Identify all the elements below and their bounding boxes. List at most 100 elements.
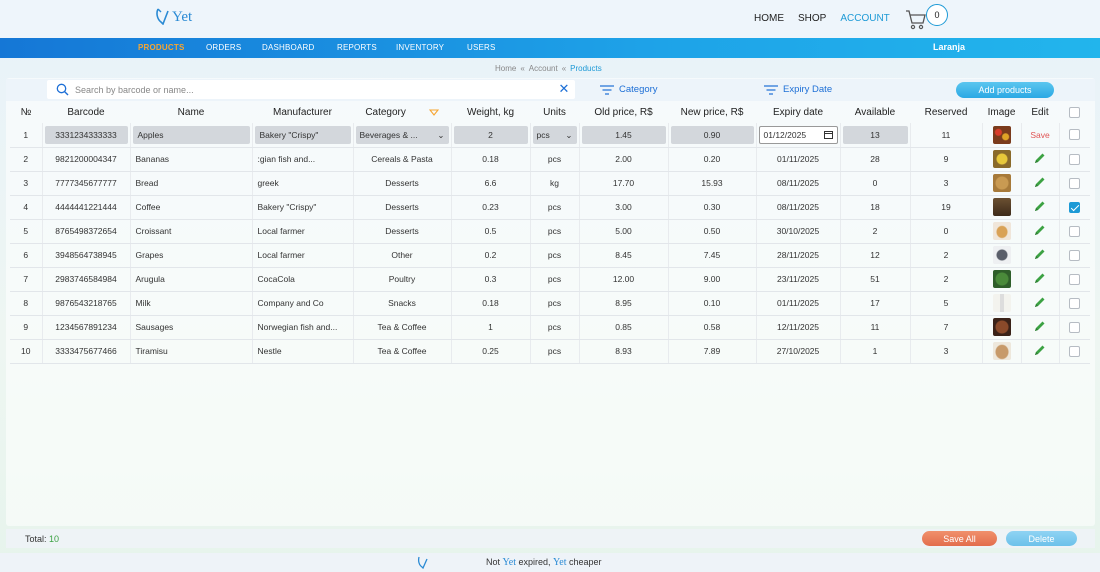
row-checkbox[interactable] [1069,249,1081,261]
delete-button[interactable]: Delete [1006,531,1077,546]
cell-select [1058,291,1090,316]
cell-edit: Save [1020,123,1059,148]
col-barcode[interactable]: Barcode [42,102,130,123]
manufacturer-input[interactable]: Bakery "Crispy" [254,125,351,144]
product-thumbnail[interactable] [992,294,1011,312]
old-price-input[interactable]: 1.45 [581,125,666,144]
product-thumbnail[interactable] [992,222,1011,240]
col-manufacturer[interactable]: Manufacturer [252,102,353,123]
clear-search-icon[interactable]: ✕ [557,82,571,96]
breadcrumb: Home « Account « Products [495,64,602,73]
tab-dashboard[interactable]: DASHBOARD [262,43,314,52]
search-box: ✕ [47,80,575,99]
col-category[interactable]: Category [353,102,451,123]
cell-edit [1020,195,1059,220]
cell-available: 18 [839,195,910,220]
product-thumbnail[interactable] [992,174,1011,192]
col-available[interactable]: Available [840,102,910,123]
col-reserved[interactable]: Reserved [910,102,982,123]
breadcrumb-account[interactable]: Account [529,64,558,73]
pencil-icon[interactable] [1034,248,1046,260]
product-thumbnail[interactable] [992,125,1011,144]
nav-account-link[interactable]: ACCOUNT [840,13,889,24]
category-filter[interactable]: Category [600,84,658,95]
available-input[interactable]: 13 [842,125,908,144]
product-thumbnail[interactable] [992,270,1011,288]
cell-manufacturer: Company and Co [251,291,353,316]
tab-orders[interactable]: ORDERS [206,43,241,52]
pencil-icon[interactable] [1034,176,1046,188]
barcode-input[interactable]: 3331234333333 [44,125,128,144]
col-weight[interactable]: Weight, kg [451,102,530,123]
nav-home-link[interactable]: HOME [754,13,784,24]
table-row: 4 4444441221444 Coffee Bakery "Crispy" Desse… [10,195,1090,220]
cell-number: 5 [10,219,42,244]
tab-inventory[interactable]: INVENTORY [396,43,444,52]
category-select[interactable]: Beverages & ... ⌄ [355,125,449,144]
cell-weight: 2 [450,123,530,148]
sort-triangle-icon[interactable] [428,109,439,116]
search-input[interactable] [75,82,545,97]
add-products-button[interactable]: Add products [956,82,1054,98]
name-input[interactable]: Apples [132,125,250,144]
expiry-date-input[interactable]: 01/12/2025 [758,125,838,144]
nav-shop-link[interactable]: SHOP [798,13,826,24]
pencil-icon[interactable] [1034,200,1046,212]
row-checkbox[interactable] [1069,201,1081,213]
row-checkbox[interactable] [1069,321,1081,333]
logo-icon [156,8,169,25]
row-checkbox[interactable] [1069,297,1081,309]
product-thumbnail[interactable] [992,318,1011,336]
row-checkbox[interactable] [1069,225,1081,237]
cart-icon[interactable] [905,8,927,30]
cell-expiry: 01/12/2025 [755,123,840,148]
pencil-icon[interactable] [1034,296,1046,308]
units-select[interactable]: pcs ⌄ [532,125,577,144]
cell-edit [1020,339,1059,364]
cell-select [1058,147,1090,172]
product-thumbnail[interactable] [992,342,1011,360]
col-new-price[interactable]: New price, R$ [668,102,756,123]
row-checkbox[interactable] [1069,153,1081,165]
product-thumbnail[interactable] [992,198,1011,216]
tab-products[interactable]: PRODUCTS [138,43,185,52]
cell-available: 0 [839,171,910,196]
pencil-icon[interactable] [1034,224,1046,236]
cell-name: Bread [129,171,252,196]
col-expiry[interactable]: Expiry date [756,102,840,123]
cell-number: 3 [10,171,42,196]
row-checkbox[interactable] [1069,177,1081,189]
pencil-icon[interactable] [1034,344,1046,356]
save-all-button[interactable]: Save All [922,531,997,546]
tab-reports[interactable]: REPORTS [337,43,377,52]
cell-number: 4 [10,195,42,220]
expiry-filter[interactable]: Expiry Date [764,84,832,95]
breadcrumb-home[interactable]: Home [495,64,516,73]
save-row-link[interactable]: Save [1030,130,1049,140]
col-name[interactable]: Name [130,102,252,123]
product-thumbnail[interactable] [992,150,1011,168]
breadcrumb-current: Products [570,64,602,73]
pencil-icon[interactable] [1034,320,1046,332]
cell-available: 1 [839,339,910,364]
calendar-icon[interactable] [823,130,833,140]
pencil-icon[interactable] [1034,152,1046,164]
user-name[interactable]: Laranja [933,42,965,52]
row-checkbox[interactable] [1069,273,1081,285]
cell-name: Apples [129,123,252,148]
tab-users[interactable]: USERS [467,43,496,52]
product-thumbnail[interactable] [992,246,1011,264]
col-old-price[interactable]: Old price, R$ [579,102,668,123]
weight-input[interactable]: 2 [453,125,528,144]
col-units[interactable]: Units [530,102,579,123]
cart-count-badge[interactable]: 0 [926,4,948,26]
pencil-icon[interactable] [1034,272,1046,284]
cell-name: Croissant [129,219,252,244]
cell-image [981,267,1021,292]
new-price-input[interactable]: 0.90 [670,125,754,144]
cell-units: pcs [529,243,579,268]
row-checkbox[interactable] [1069,129,1081,141]
row-checkbox[interactable] [1069,345,1081,357]
brand-logo[interactable]: Yet [155,7,192,25]
select-all-checkbox[interactable] [1069,107,1080,118]
